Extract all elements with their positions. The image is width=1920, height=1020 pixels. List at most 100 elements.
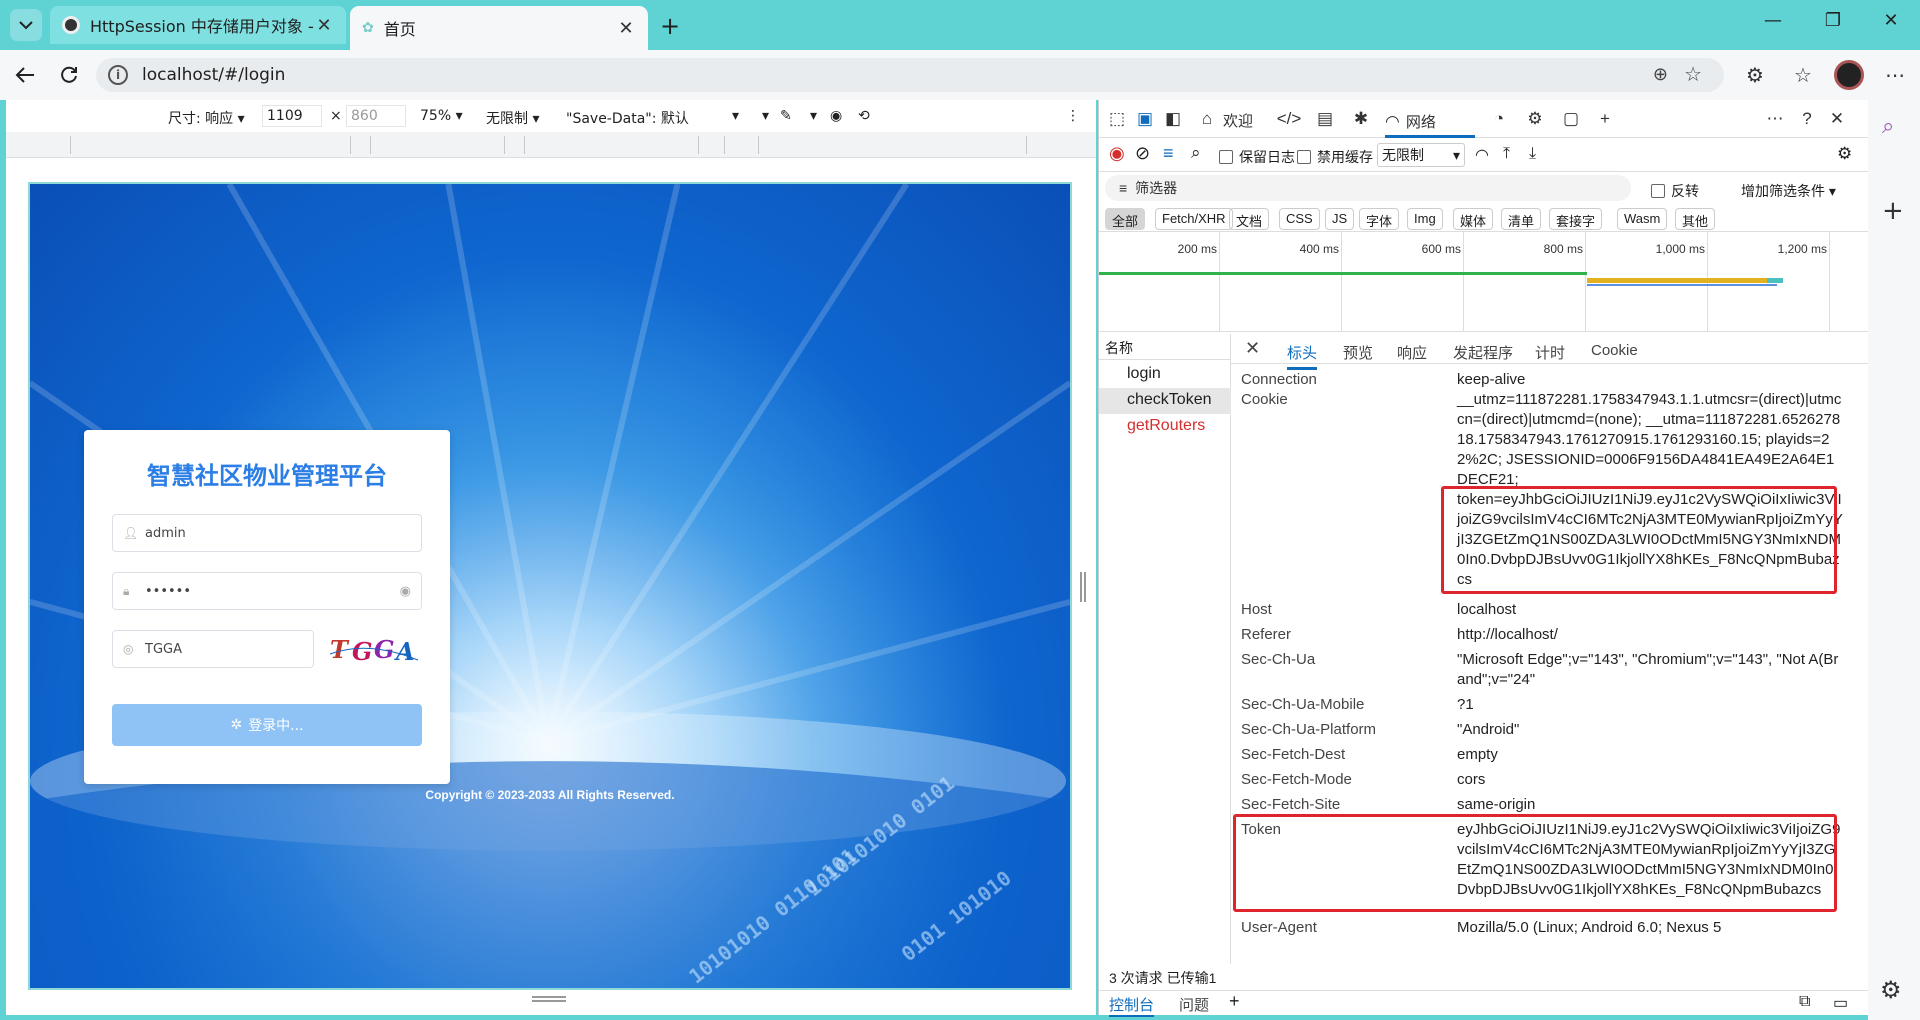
close-devtools-icon[interactable]: ✕ [1825,108,1849,130]
chevron-down-icon[interactable]: ▾ [762,108,769,124]
panel-splitter-handle[interactable] [1080,572,1086,602]
username-input[interactable]: 👤︎ admin [112,514,422,552]
undock-icon[interactable]: ⧉ [1799,993,1810,1011]
address-bar[interactable]: i localhost/#/login ⊕ ☆ [96,58,1724,92]
tab-cookies[interactable]: Cookie [1591,342,1638,359]
device-width-input[interactable]: 1109 [262,105,322,127]
tab-network[interactable]: ◠ 网络 [1385,108,1475,138]
extensions-icon[interactable]: ⚙ [1742,62,1768,88]
site-info-icon[interactable]: i [108,65,128,85]
more-options-icon[interactable]: ⋮ [1066,108,1080,124]
restore-icon[interactable]: ❐ [1818,10,1848,31]
more-menu-icon[interactable]: ⋯ [1882,62,1908,88]
back-arrow-icon[interactable] [12,62,38,88]
zoom-icon[interactable]: ⊕ [1653,64,1668,85]
throttle-select[interactable]: 无限制 ▾ [486,108,539,128]
tab-response[interactable]: 响应 [1397,342,1427,363]
request-row-selected[interactable]: checkToken [1099,388,1231,414]
request-row[interactable]: login [1099,362,1231,388]
add-sidebar-icon[interactable]: + [1882,196,1904,226]
chip-js[interactable]: JS [1325,208,1355,230]
inspect-element-icon[interactable]: ⬚ [1105,108,1129,130]
settings-gear-icon[interactable]: ⚙ [1837,144,1852,164]
chip-wasm[interactable]: Wasm [1617,208,1668,230]
close-detail-icon[interactable]: ✕ [1245,338,1260,359]
export-icon[interactable]: ⤓ [1529,145,1536,163]
application-icon[interactable]: ▢ [1559,108,1583,130]
tab-welcome[interactable]: 欢迎 [1223,110,1253,131]
eye-icon[interactable]: ◉ [400,584,411,599]
close-tab-icon[interactable]: ✕ [616,18,636,39]
filter-input[interactable]: ≡ 筛选器 [1105,175,1631,201]
tab-preview[interactable]: 预览 [1343,342,1373,363]
zoom-select[interactable]: 75% ▾ [420,108,463,124]
more-tools-icon[interactable]: ⋯ [1763,108,1787,130]
name-column-header[interactable]: 名称 [1099,334,1231,360]
help-icon[interactable]: ? [1795,108,1819,130]
network-overview-timeline[interactable]: 200 ms 400 ms 600 ms 800 ms 1,000 ms 1,2… [1099,232,1869,332]
favorite-star-icon[interactable]: ☆ [1684,62,1702,86]
pen-icon[interactable]: ✎ [780,108,792,124]
chip-img[interactable]: Img [1407,208,1443,230]
new-tab-icon[interactable]: + [660,12,680,40]
password-input[interactable]: 🔒︎ •••••• ◉ [112,572,422,610]
clear-icon[interactable]: ⊘ [1135,143,1150,164]
browser-tab-active[interactable]: ✿ 首页 ✕ [350,6,648,50]
bug-icon[interactable]: ✱ [1349,108,1373,130]
browser-tab[interactable]: HttpSession 中存储用户对象 - 豆包 ✕ [50,6,346,44]
drawer-tab-issues[interactable]: 问题 [1179,994,1209,1015]
add-tab-icon[interactable]: + [1593,108,1617,130]
login-button[interactable]: ✲ 登录中... [112,704,422,746]
rotate-icon[interactable]: ⟲ [858,108,870,124]
close-window-icon[interactable]: ✕ [1876,10,1906,31]
captcha-input[interactable]: ◎ TGGA [112,630,314,668]
chip-other[interactable]: 其他 [1675,208,1716,230]
console-icon[interactable]: ▤ [1313,108,1337,130]
profile-avatar[interactable] [1834,60,1864,90]
chip-css[interactable]: CSS [1279,208,1320,230]
tab-headers[interactable]: 标头 [1287,342,1318,370]
performance-icon[interactable]: ◔ [1487,108,1511,130]
save-data-select[interactable]: "Save-Data": 默认 [566,108,689,128]
more-filters-dropdown[interactable]: 增加筛选条件 ▾ [1741,181,1836,201]
dock-icon[interactable]: ◧ [1161,108,1185,130]
close-tab-icon[interactable]: ✕ [314,15,334,36]
tab-timing[interactable]: 计时 [1535,342,1565,363]
viewport-resize-handle[interactable] [532,996,566,1002]
minimize-icon[interactable]: — [1758,10,1788,31]
chip-socket[interactable]: 套接字 [1549,208,1603,230]
chip-manifest[interactable]: 清单 [1501,208,1542,230]
chevron-down-icon[interactable]: ▾ [732,108,739,124]
dock-bottom-icon[interactable]: ▭ [1833,993,1848,1013]
preserve-log-checkbox[interactable]: 保留日志 [1219,147,1295,167]
chip-font[interactable]: 字体 [1359,208,1400,230]
captcha-image[interactable]: T G G A [328,630,422,668]
request-row[interactable]: getRouters [1099,414,1231,440]
chip-media[interactable]: 媒体 [1453,208,1494,230]
search-icon[interactable]: ⌕ [1191,143,1201,163]
favorites-icon[interactable]: ☆ [1790,62,1816,88]
code-icon[interactable]: </> [1277,108,1302,130]
search-icon[interactable]: ⌕ [1882,114,1894,139]
drawer-tab-console[interactable]: 控制台 [1109,994,1155,1017]
chip-all[interactable]: 全部 [1105,208,1146,230]
invert-checkbox[interactable]: 反转 [1651,181,1699,201]
device-height-input[interactable]: 860 [346,105,406,127]
tab-initiator[interactable]: 发起程序 [1453,342,1513,363]
eye-icon[interactable]: ◉ [830,108,842,124]
chevron-down-icon[interactable]: ▾ [810,108,817,124]
refresh-icon[interactable] [56,62,82,88]
chip-fetch-xhr[interactable]: Fetch/XHR [1155,208,1233,230]
chip-doc[interactable]: 文档 [1229,208,1270,230]
record-icon[interactable]: ◉ [1109,143,1125,164]
network-throttle-select[interactable]: 无限制 ▾ [1377,143,1465,167]
settings-gear-icon[interactable]: ⚙ [1880,976,1902,1004]
disable-cache-checkbox[interactable]: 禁用缓存 [1297,147,1373,167]
add-drawer-tab-icon[interactable]: + [1229,991,1240,1012]
device-dimensions-select[interactable]: 尺寸: 响应 ▾ [168,108,245,128]
device-emulation-icon[interactable]: ▣ [1133,108,1157,130]
home-icon[interactable]: ⌂ [1195,108,1219,130]
import-icon[interactable]: ⤒ [1503,145,1510,163]
network-conditions-icon[interactable]: ◠ [1475,145,1489,165]
filter-icon[interactable]: ≡ [1163,143,1174,164]
